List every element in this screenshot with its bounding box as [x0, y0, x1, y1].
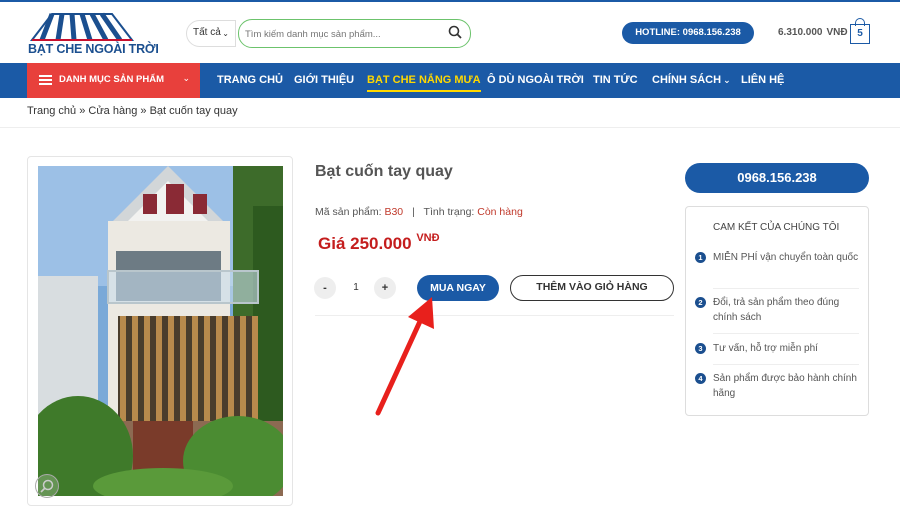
quantity-input[interactable]: 1	[346, 277, 366, 299]
search-category-value: Tất cả	[193, 27, 221, 38]
divider	[713, 364, 859, 365]
chevron-down-icon: ⌄	[222, 29, 229, 38]
magnify-icon	[40, 479, 54, 493]
commitment-item: 4 Sản phẩm được bảo hành chính hãng	[695, 371, 859, 401]
chevron-down-icon: ⌄	[182, 73, 190, 83]
main-nav: DANH MỤC SẢN PHẨM ⌄ TRANG CHỦ GIỚI THIỆU…	[0, 63, 900, 98]
nav-item-about[interactable]: GIỚI THIỆU	[294, 63, 354, 98]
commitment-item: 3 Tư vấn, hỗ trợ miễn phí	[695, 341, 859, 365]
quantity-decrement-button[interactable]: -	[314, 277, 336, 299]
nav-item-policy[interactable]: CHÍNH SÁCH ⌄	[652, 63, 731, 98]
search-category-select[interactable]: Tất cả ⌄	[186, 20, 236, 47]
phone-call-button[interactable]: 0968.156.238	[685, 163, 869, 193]
commitment-text: Sản phẩm được bảo hành chính hãng	[713, 373, 857, 399]
breadcrumb-home[interactable]: Trang chủ	[27, 105, 76, 117]
search-icon[interactable]	[448, 25, 462, 39]
commitment-title: CAM KẾT CỦA CHÚNG TÔI	[713, 222, 840, 233]
site-logo-text: BẠT CHE NGOÀI TRỜI	[28, 42, 159, 56]
breadcrumb-shop[interactable]: Cửa hàng	[88, 105, 137, 117]
commitment-item: 2 Đổi, trả sản phẩm theo đúng chính sách	[695, 295, 859, 334]
cart-total[interactable]: 6.310.000 VNĐ	[778, 27, 848, 38]
divider	[315, 315, 674, 316]
house-photo-image	[38, 166, 283, 496]
breadcrumb-current: Bạt cuốn tay quay	[149, 105, 238, 117]
hamburger-icon	[39, 75, 52, 85]
commitment-text: MIỄN PHÍ vận chuyển toàn quốc	[713, 252, 859, 263]
cart-total-currency: VNĐ	[826, 27, 848, 38]
breadcrumb-separator: »	[140, 105, 147, 117]
product-meta: Mã sản phẩm: B30 | Tình trạng: Còn hàng	[315, 206, 523, 218]
cart-count-badge[interactable]: 5	[850, 24, 870, 44]
category-menu-button[interactable]: DANH MỤC SẢN PHẨM ⌄	[27, 63, 200, 98]
commitment-item: 1 MIỄN PHÍ vận chuyển toàn quốc	[695, 250, 859, 289]
site-logo[interactable]: BẠT CHE NGOÀI TRỜI	[28, 10, 159, 58]
product-price: Giá 250.000 VNĐ	[318, 232, 440, 254]
chevron-down-icon: ⌄	[723, 75, 731, 85]
breadcrumb: Trang chủ » Cửa hàng » Bạt cuốn tay quay	[27, 105, 238, 117]
product-title: Bạt cuốn tay quay	[315, 163, 453, 180]
active-underline	[367, 90, 481, 92]
status-value: Còn hàng	[477, 206, 523, 218]
number-badge-icon: 3	[695, 343, 706, 354]
nav-item-news[interactable]: TIN TỨC	[593, 63, 638, 98]
divider	[713, 333, 859, 334]
number-badge-icon: 4	[695, 373, 706, 384]
umbrella-logo-icon	[29, 12, 135, 42]
status-label: Tình trạng:	[423, 206, 475, 218]
meta-separator: |	[412, 206, 415, 218]
search-box	[238, 19, 471, 48]
product-photo[interactable]	[38, 166, 283, 496]
nav-item-rain-sun-awning[interactable]: BẠT CHE NẮNG MƯA	[367, 63, 481, 98]
commitment-text: Tư vấn, hỗ trợ miễn phí	[713, 343, 818, 354]
cart-total-amount: 6.310.000	[778, 27, 823, 38]
number-badge-icon: 1	[695, 252, 706, 263]
search-input[interactable]	[245, 26, 445, 42]
price-value: Giá 250.000	[318, 234, 412, 253]
divider	[0, 127, 900, 128]
price-currency: VNĐ	[416, 232, 440, 244]
hotline-button[interactable]: HOTLINE: 0968.156.238	[622, 22, 754, 44]
nav-item-outdoor-umbrella[interactable]: Ô DÙ NGOÀI TRỜI	[487, 63, 584, 98]
nav-item-contact[interactable]: LIÊN HỆ	[741, 63, 784, 98]
nav-item-label: CHÍNH SÁCH	[652, 74, 722, 86]
number-badge-icon: 2	[695, 297, 706, 308]
nav-item-home[interactable]: TRANG CHỦ	[217, 63, 283, 98]
red-arrow-annotation	[375, 297, 434, 416]
nav-item-label: BẠT CHE NẮNG MƯA	[367, 74, 481, 86]
sku-value: B30	[384, 206, 404, 218]
site-header: BẠT CHE NGOÀI TRỜI Tất cả ⌄ HOTLINE: 096…	[0, 2, 900, 63]
add-to-cart-button[interactable]: THÊM VÀO GIỎ HÀNG	[510, 275, 674, 301]
sku-label: Mã sản phẩm:	[315, 206, 382, 218]
category-menu-label: DANH MỤC SẢN PHẨM	[59, 74, 165, 85]
commitment-text: Đổi, trả sản phẩm theo đúng chính sách	[713, 297, 840, 323]
zoom-icon[interactable]	[35, 474, 59, 498]
breadcrumb-separator: »	[79, 105, 86, 117]
divider	[713, 288, 859, 289]
